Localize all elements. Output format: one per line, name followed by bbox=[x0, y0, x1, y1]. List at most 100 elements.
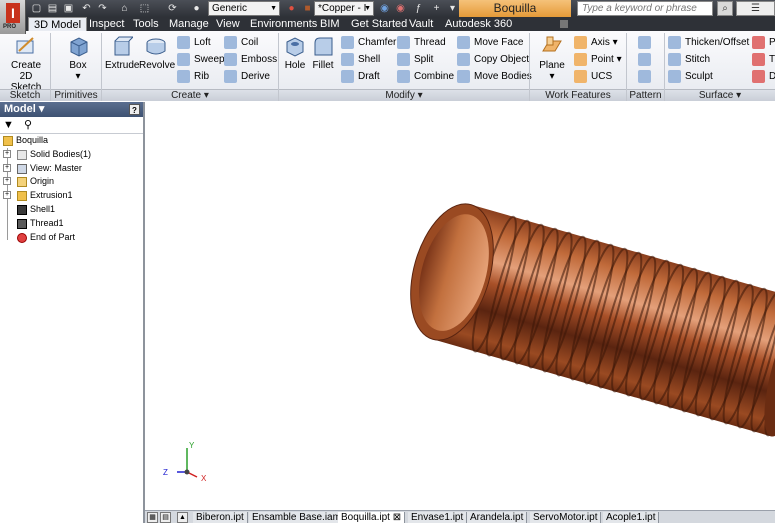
rib-button[interactable]: Rib bbox=[177, 69, 209, 85]
tab-manage[interactable]: Manage bbox=[169, 17, 209, 31]
tree-item-view[interactable]: View: Master bbox=[17, 162, 82, 175]
application-menu-button[interactable]: I PRO bbox=[0, 0, 26, 34]
browser-header[interactable]: Model ▾ ? bbox=[0, 102, 143, 117]
home-icon[interactable]: ⌂ bbox=[118, 2, 131, 15]
trim-button[interactable]: T bbox=[752, 52, 775, 68]
tab-autodesk-360[interactable]: Autodesk 360 bbox=[445, 17, 512, 31]
filter-icon[interactable]: ▼ bbox=[3, 119, 14, 131]
thicken-offset-button[interactable]: Thicken/Offset bbox=[668, 35, 749, 51]
tab-menu-icon[interactable]: ▲ bbox=[177, 512, 188, 523]
panel-pattern[interactable]: Pattern bbox=[627, 89, 664, 101]
expand-icon[interactable]: + bbox=[3, 177, 11, 185]
mirror-button[interactable] bbox=[638, 69, 655, 85]
tab-bim[interactable]: BIM bbox=[320, 17, 340, 31]
help-tools-button[interactable]: ☰ bbox=[736, 1, 775, 16]
sweep-button[interactable]: Sweep bbox=[177, 52, 225, 68]
move-face-button[interactable]: Move Face bbox=[457, 35, 523, 51]
tree-item-shell1[interactable]: Shell1 bbox=[17, 203, 55, 216]
circular-pattern-button[interactable] bbox=[638, 52, 655, 68]
new-icon[interactable]: ▢ bbox=[30, 2, 43, 15]
box-button[interactable]: Box ▾ bbox=[60, 35, 96, 82]
customize-icon[interactable]: ▾ bbox=[446, 2, 459, 15]
plus-icon[interactable]: + bbox=[430, 2, 443, 15]
clear-icon[interactable]: ◉ bbox=[394, 2, 407, 15]
chamfer-button[interactable]: Chamfer bbox=[341, 35, 396, 51]
extrude-button[interactable]: Extrude bbox=[105, 35, 139, 71]
appearance-dropdown[interactable]: Generic ▼ bbox=[208, 1, 280, 16]
plane-button[interactable]: Plane ▾ bbox=[536, 35, 568, 82]
undo-icon[interactable]: ↶ bbox=[80, 2, 93, 15]
hole-button[interactable]: Hole bbox=[282, 35, 308, 71]
tile-windows-icon[interactable]: ▦ bbox=[147, 512, 158, 523]
thread-button[interactable]: Thread bbox=[397, 35, 446, 51]
measure-icon[interactable]: ◉ bbox=[378, 2, 391, 15]
select-icon[interactable]: ⬚ bbox=[138, 2, 151, 15]
help-icon[interactable]: ? bbox=[129, 104, 140, 115]
sculpt-button[interactable]: Sculpt bbox=[668, 69, 713, 85]
find-binoculars-icon[interactable]: ⚲ bbox=[24, 118, 32, 131]
panel-modify[interactable]: Modify ▾ bbox=[279, 89, 529, 101]
tab-vault[interactable]: Vault bbox=[409, 17, 433, 31]
panel-sketch[interactable]: Sketch bbox=[0, 89, 50, 101]
tree-root-boquilla[interactable]: Boquilla bbox=[3, 134, 48, 147]
draft-button[interactable]: Draft bbox=[341, 69, 380, 85]
tab-environments[interactable]: Environments bbox=[250, 17, 317, 31]
doc-tab-servomotor[interactable]: ServoMotor.ipt bbox=[530, 512, 602, 523]
revolve-button[interactable]: Revolve bbox=[139, 35, 175, 71]
point-button[interactable]: Point ▾ bbox=[574, 52, 622, 68]
material-dropdown[interactable]: *Copper - I ▼ bbox=[314, 1, 374, 16]
create-2d-sketch-button[interactable]: Create 2D Sketch bbox=[4, 35, 48, 93]
color-override-icon[interactable]: ● bbox=[285, 2, 298, 15]
open-icon[interactable]: ▤ bbox=[46, 2, 59, 15]
tree-item-solid-bodies[interactable]: Solid Bodies(1) bbox=[17, 148, 91, 161]
expand-icon[interactable]: + bbox=[3, 150, 11, 158]
tab-inspect[interactable]: Inspect bbox=[89, 17, 124, 31]
doc-tab-ensamble-base[interactable]: Ensamble Base.iam bbox=[249, 512, 345, 523]
split-button[interactable]: Split bbox=[397, 52, 433, 68]
axis-button[interactable]: Axis ▾ bbox=[574, 35, 618, 51]
ucs-button[interactable]: UCS bbox=[574, 69, 612, 85]
rectangular-pattern-button[interactable] bbox=[638, 35, 655, 51]
move-bodies-button[interactable]: Move Bodies bbox=[457, 69, 532, 85]
tab-view[interactable]: View bbox=[216, 17, 240, 31]
panel-create[interactable]: Create ▾ bbox=[102, 89, 278, 101]
close-icon[interactable]: ⊠ bbox=[393, 512, 401, 523]
material-icon[interactable]: ■ bbox=[301, 2, 314, 15]
graphics-viewport[interactable]: Y X Z bbox=[147, 102, 775, 510]
fillet-button[interactable]: Fillet bbox=[310, 35, 336, 71]
search-input[interactable]: Type a keyword or phrase bbox=[577, 1, 713, 16]
expand-icon[interactable]: + bbox=[3, 164, 11, 172]
doc-tab-acople1[interactable]: Acople1.ipt bbox=[603, 512, 660, 523]
patch-button[interactable]: P bbox=[752, 35, 775, 51]
coil-button[interactable]: Coil bbox=[224, 35, 258, 51]
expand-icon[interactable]: + bbox=[3, 191, 11, 199]
doc-tab-envase1[interactable]: Envase1.ipt bbox=[408, 512, 468, 523]
save-icon[interactable]: ▣ bbox=[62, 2, 75, 15]
doc-tab-biberon[interactable]: Biberon.ipt bbox=[193, 512, 248, 523]
emboss-button[interactable]: Emboss bbox=[224, 52, 277, 68]
tree-item-origin[interactable]: Origin bbox=[17, 175, 54, 188]
derive-button[interactable]: Derive bbox=[224, 69, 270, 85]
loft-button[interactable]: Loft bbox=[177, 35, 211, 51]
search-binoculars-icon[interactable]: ⌕ bbox=[717, 1, 733, 16]
doc-tab-arandela[interactable]: Arandela.ipt bbox=[467, 512, 528, 523]
tab-3d-model[interactable]: 3D Model bbox=[28, 17, 88, 31]
shell-button[interactable]: Shell bbox=[341, 52, 380, 68]
cascade-windows-icon[interactable]: ▤ bbox=[160, 512, 171, 523]
tree-item-end-of-part[interactable]: End of Part bbox=[17, 231, 75, 244]
panel-work-features[interactable]: Work Features bbox=[530, 89, 626, 101]
combine-button[interactable]: Combine bbox=[397, 69, 454, 85]
panel-surface[interactable]: Surface ▾ bbox=[665, 89, 775, 101]
stitch-button[interactable]: Stitch bbox=[668, 52, 710, 68]
panel-primitives[interactable]: Primitives bbox=[51, 89, 101, 101]
redo-icon[interactable]: ↷ bbox=[96, 2, 109, 15]
copy-object-button[interactable]: Copy Object bbox=[457, 52, 529, 68]
tab-get-started[interactable]: Get Started bbox=[351, 17, 407, 31]
view-triad[interactable]: Y X Z bbox=[163, 441, 207, 483]
appearance-icon[interactable]: ● bbox=[190, 2, 203, 15]
tree-item-extrusion1[interactable]: Extrusion1 bbox=[17, 189, 73, 202]
ribbon-minimize-icon[interactable] bbox=[560, 20, 568, 28]
doc-tab-boquilla[interactable]: Boquilla.ipt ⊠ bbox=[338, 512, 406, 523]
tree-item-thread1[interactable]: Thread1 bbox=[17, 217, 64, 230]
delete-face-button[interactable]: D bbox=[752, 69, 775, 85]
